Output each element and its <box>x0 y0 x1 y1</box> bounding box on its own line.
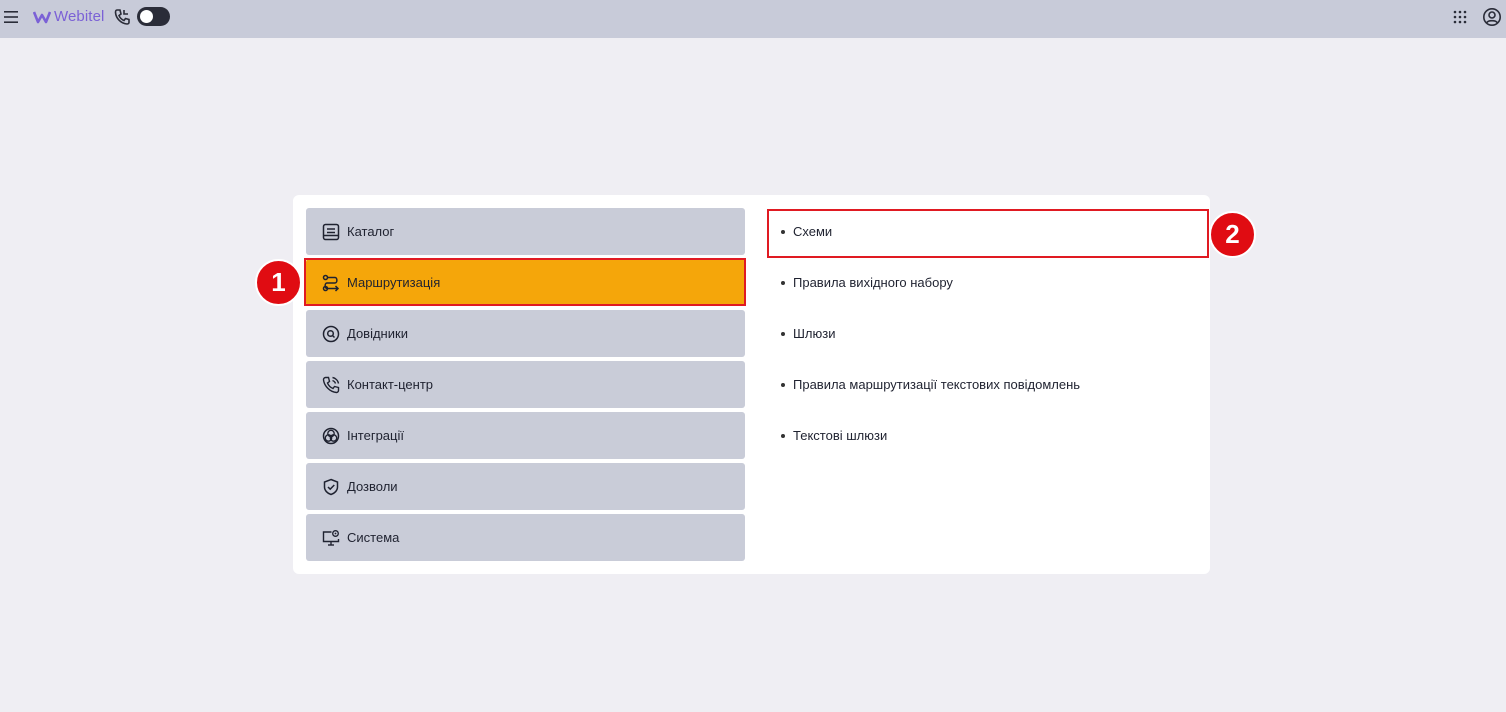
account-icon[interactable] <box>1482 7 1502 27</box>
section-label: Дозволи <box>347 479 398 494</box>
subitem-label: Шлюзи <box>793 326 836 341</box>
logo-text: Webitel <box>54 8 105 25</box>
bullet <box>781 382 785 387</box>
subitem-gateways[interactable]: Шлюзи <box>767 310 1205 357</box>
section-item-catalog[interactable]: Каталог <box>306 208 745 255</box>
section-label: Каталог <box>347 224 395 239</box>
navigation-panel: Каталог Маршрутизація Довідники Контакт-… <box>293 195 1210 574</box>
subitem-message-routing-rules[interactable]: Правила маршрутизації текстових повідомл… <box>767 361 1205 408</box>
top-bar: Webitel <box>0 0 1506 38</box>
subitem-label: Правила вихідного набору <box>793 275 953 290</box>
subitem-text-gateways[interactable]: Текстові шлюзи <box>767 412 1205 459</box>
catalog-icon <box>322 223 340 240</box>
phone-icon[interactable] <box>113 8 131 26</box>
toggle-knob <box>140 10 153 23</box>
section-label: Маршрутизація <box>347 275 441 290</box>
section-item-contact-center[interactable]: Контакт-центр <box>306 361 745 408</box>
subitem-label: Правила маршрутизації текстових повідомл… <box>793 377 1081 392</box>
subitem-label: Схеми <box>793 224 833 239</box>
bullet <box>781 433 785 438</box>
section-label: Контакт-центр <box>347 377 434 392</box>
section-item-integrations[interactable]: Інтеграції <box>306 412 745 459</box>
contact-center-icon <box>322 376 340 393</box>
menu-icon[interactable] <box>3 9 19 25</box>
section-item-routing[interactable]: Маршрутизація <box>306 259 745 306</box>
status-toggle[interactable] <box>137 7 170 26</box>
integrations-icon <box>322 427 340 444</box>
section-label: Система <box>347 530 400 545</box>
webitel-logo[interactable]: Webitel <box>33 8 104 25</box>
webitel-logo-icon <box>33 11 51 23</box>
bullet <box>781 331 785 336</box>
section-label: Інтеграції <box>347 428 404 443</box>
subitem-outbound-rules[interactable]: Правила вихідного набору <box>767 259 1205 306</box>
permissions-icon <box>323 478 339 495</box>
annotation-badge-1: 1 <box>255 259 302 306</box>
section-item-system[interactable]: Система <box>306 514 745 561</box>
section-label: Довідники <box>347 326 408 341</box>
section-item-directories[interactable]: Довідники <box>306 310 745 357</box>
badge-number: 1 <box>271 267 286 297</box>
directory-icon <box>322 325 340 342</box>
apps-grid-icon[interactable] <box>1453 10 1467 24</box>
subitem-label: Текстові шлюзи <box>793 428 888 443</box>
bullet <box>781 229 785 234</box>
annotation-badge-2: 2 <box>1209 211 1256 258</box>
badge-number: 2 <box>1225 219 1240 249</box>
section-item-permissions[interactable]: Дозволи <box>306 463 745 510</box>
routing-icon <box>322 274 340 292</box>
subitem-schemes[interactable]: Схеми <box>767 208 1205 255</box>
system-icon <box>322 529 340 546</box>
bullet <box>781 280 785 285</box>
